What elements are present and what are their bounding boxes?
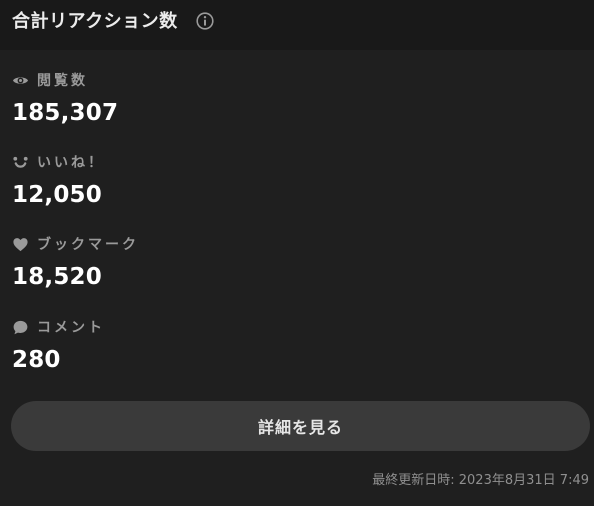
heart-icon [13,237,28,251]
stat-label: 閲覧数 [37,73,88,89]
page-title: 合計リアクション数 [12,11,178,32]
stat-label: コメント [37,320,105,336]
stat-label-row: ブックマーク [12,234,582,254]
stat-bookmarks: ブックマーク 18,520 [12,234,582,291]
stat-label-row: コメント [12,317,582,337]
card-header: 合計リアクション数 [0,0,594,50]
stat-label-row: いいね！ [12,152,582,172]
stat-label: ブックマーク [37,237,139,253]
last-updated-timestamp: 最終更新日時: 2023年8月31日 7:49 [372,473,589,488]
speech-bubble-icon [13,320,28,334]
stat-label: いいね！ [37,155,105,171]
stat-value: 18,520 [12,264,102,290]
smile-icon [13,156,28,168]
stat-value: 280 [12,347,61,373]
stat-value: 185,307 [12,100,119,126]
stat-views: 閲覧数 185,307 [12,70,582,127]
eye-icon [12,76,29,84]
stat-value: 12,050 [12,182,102,208]
view-details-button[interactable]: 詳細を見る [11,401,590,451]
stat-comments: コメント 280 [12,317,582,374]
stat-label-row: 閲覧数 [12,70,582,90]
info-circle-icon[interactable] [196,12,214,30]
stat-likes: いいね！ 12,050 [12,152,582,209]
